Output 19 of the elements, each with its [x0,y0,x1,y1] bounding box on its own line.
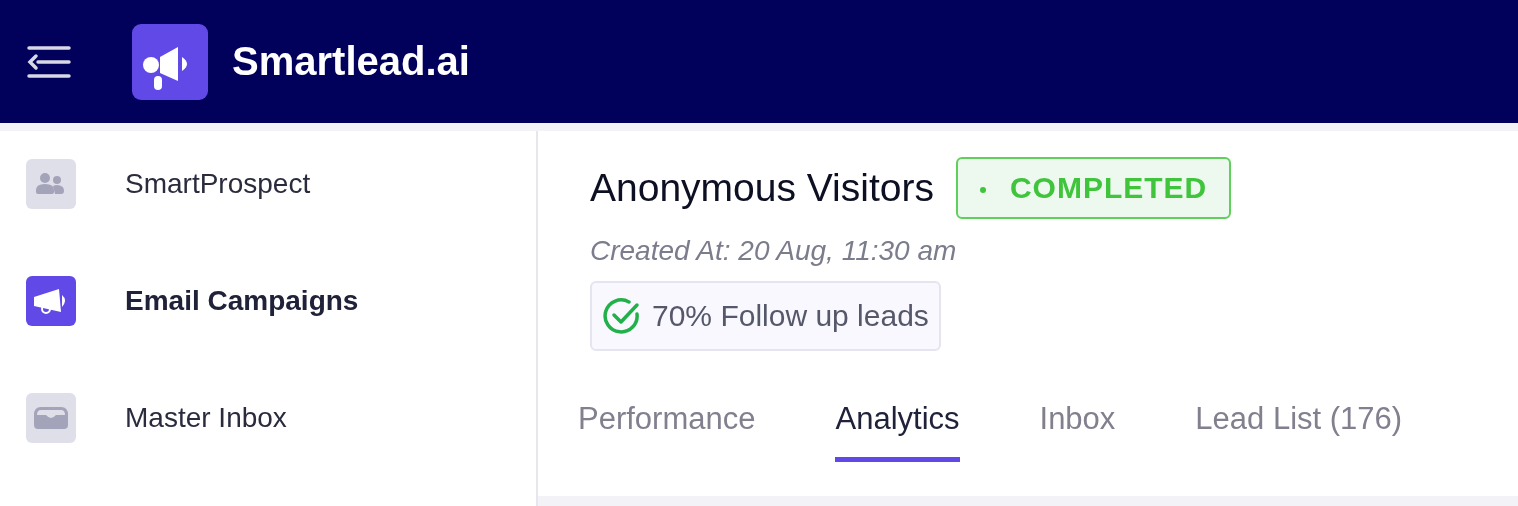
follow-up-text: 70% Follow up leads [652,299,929,333]
sidebar-item[interactable]: Master Inbox [26,393,536,443]
brand-name: Smartlead.ai [232,39,470,84]
check-circle-icon [602,296,642,336]
status-badge: COMPLETED [955,157,1232,219]
status-dot [979,187,986,194]
megaphone-logo-icon [132,23,208,100]
people-icon [26,159,76,209]
inbox-tray-icon [26,393,76,443]
created-date: Created At: 20 Aug, 11:30 am [590,235,957,267]
menu-icon[interactable] [26,43,72,80]
sidebar-item[interactable]: Email Campaigns [26,276,536,326]
tab[interactable]: Performance [578,391,756,462]
tab[interactable]: Inbox [1039,391,1116,462]
tab[interactable]: Analytics [835,391,960,462]
campaign-title: Anonymous Visitors [590,166,934,210]
tab[interactable]: Lead List (176) [1195,391,1403,462]
sidebar-item[interactable]: SmartProspect [26,159,536,209]
megaphone-icon [26,276,76,326]
